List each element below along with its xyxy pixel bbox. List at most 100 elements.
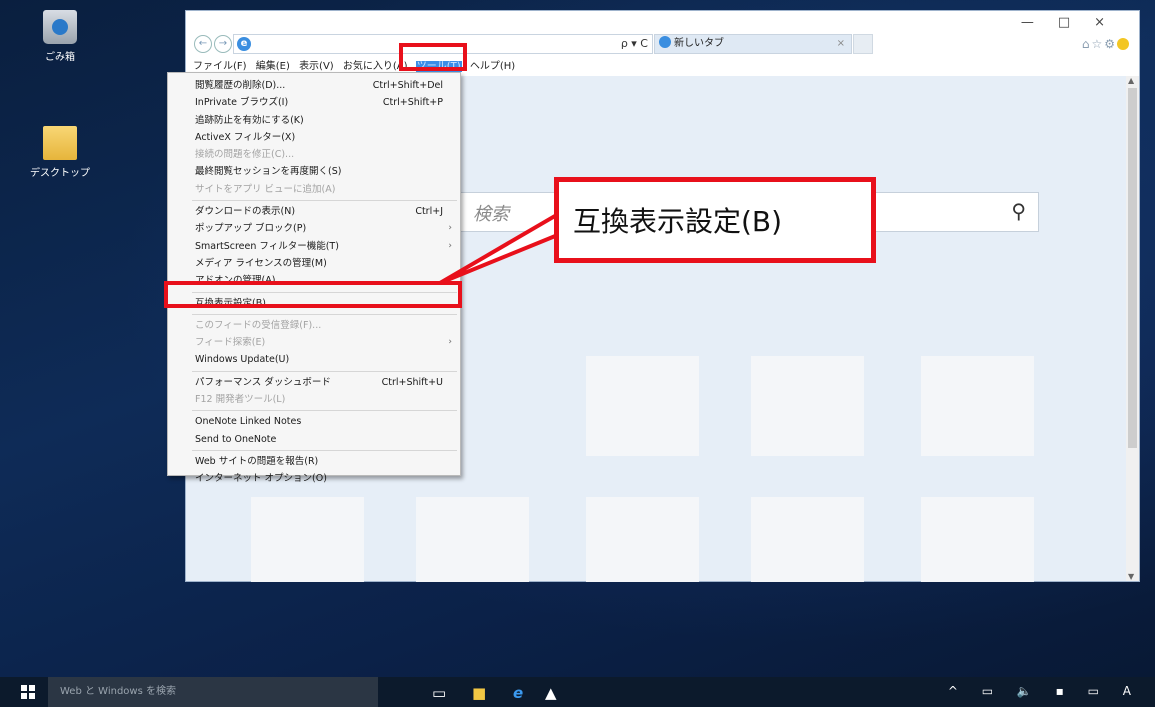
callout-box: 互換表示設定(B) (554, 177, 876, 263)
tools-menu-item: 接続の問題を修正(C)... (168, 146, 460, 163)
folder-icon (43, 126, 77, 160)
tools-menu-item[interactable]: メディア ライセンスの管理(M) (168, 255, 460, 272)
tools-menu-item: フィード探索(E) › (168, 334, 460, 351)
system-tray[interactable]: ^ ▭ 🔈 ▪ ▭ A (948, 684, 1141, 698)
taskbar: Web と Windows を検索 ▭ ■ e ▲ ^ ▭ 🔈 ▪ ▭ A (0, 677, 1155, 707)
tab-close-icon[interactable]: × (837, 35, 845, 53)
task-view-icon[interactable]: ▭ (432, 684, 446, 702)
menu-item-label: ダウンロードの表示(N) (195, 206, 296, 218)
taskbar-search[interactable]: Web と Windows を検索 (48, 677, 378, 707)
menu-separator (192, 370, 457, 372)
menu-file[interactable]: ファイル(F) (192, 61, 248, 72)
menu-item-label: インターネット オプション(O) (195, 473, 327, 485)
menu-help[interactable]: ヘルプ(H) (469, 61, 516, 72)
menu-item-label: Send to OneNote (195, 433, 277, 445)
scroll-down-icon[interactable]: ▼ (1128, 572, 1134, 581)
scroll-up-icon[interactable]: ▲ (1128, 76, 1134, 85)
desktop-icon-desktop-folder[interactable]: デスクトップ (25, 126, 95, 179)
compat-view-highlight (164, 281, 462, 308)
tools-menu-item: F12 開発者ツール(L) (168, 391, 460, 408)
site-tile[interactable] (251, 497, 364, 582)
menu-item-label: Windows Update(U) (195, 354, 290, 366)
menu-separator (192, 410, 457, 412)
site-tile[interactable] (921, 356, 1034, 456)
tab-new[interactable]: 新しいタブ × (654, 34, 852, 54)
tools-menu-item[interactable]: ActiveX フィルター(X) (168, 129, 460, 146)
tab-title: 新しいタブ (674, 38, 724, 49)
tools-menu-item[interactable]: 最終閲覧セッションを再度開く(S) (168, 163, 460, 180)
back-button[interactable]: ← (194, 35, 212, 53)
menu-item-label: このフィードの受信登録(F)... (195, 319, 322, 331)
submenu-arrow-icon: › (448, 337, 452, 348)
site-tile[interactable] (416, 497, 529, 582)
start-icon[interactable] (21, 685, 35, 699)
tools-menu-item[interactable]: Windows Update(U) (168, 351, 460, 368)
menu-item-label: SmartScreen フィルター機能(T) (195, 240, 339, 252)
menu-item-label: 閲覧履歴の削除(D)... (195, 80, 286, 91)
menu-item-label: パフォーマンス ダッシュボード (195, 376, 331, 388)
home-star-gear-icons[interactable]: ⌂☆⚙ (1082, 37, 1117, 51)
tools-menu-item[interactable]: 閲覧履歴の削除(D)... Ctrl+Shift+Del (168, 77, 460, 94)
desktop-icon-label: デスクトップ (30, 168, 90, 179)
search-placeholder: 検索 (473, 204, 509, 225)
tools-menu-item[interactable]: SmartScreen フィルター機能(T) › (168, 238, 460, 255)
window-controls[interactable]: —□× (1021, 15, 1129, 30)
feedback-smiley-icon[interactable] (1117, 38, 1129, 50)
tools-dropdown-menu: 閲覧履歴の削除(D)... Ctrl+Shift+Del InPrivate ブラウ… (167, 72, 461, 484)
menu-item-label: 最終閲覧セッションを再度開く(S) (195, 166, 342, 178)
tools-menu-item[interactable]: インターネット オプション(O) (168, 470, 460, 487)
menu-separator (192, 313, 457, 315)
tools-menu-item: このフィードの受信登録(F)... (168, 317, 460, 334)
new-tab-button[interactable] (853, 34, 873, 54)
site-tile[interactable] (751, 497, 864, 582)
menu-item-shortcut: Ctrl+J (415, 206, 443, 218)
site-tile[interactable] (586, 356, 699, 456)
submenu-arrow-icon: › (448, 240, 452, 251)
menu-item-shortcut: Ctrl+Shift+Del (372, 80, 443, 91)
tools-menu-item[interactable]: Send to OneNote (168, 431, 460, 448)
menu-item-label: F12 開発者ツール(L) (195, 394, 286, 406)
site-tile[interactable] (751, 356, 864, 456)
menu-item-label: InPrivate ブラウズ(I) (195, 97, 289, 109)
menu-view[interactable]: 表示(V) (298, 61, 335, 72)
menu-item-label: Web サイトの問題を報告(R) (195, 455, 319, 467)
toolbar-icons[interactable]: ⌂☆⚙ (1082, 37, 1129, 51)
menu-item-label: メディア ライセンスの管理(M) (195, 257, 327, 269)
photos-icon[interactable]: ▲ (545, 684, 557, 702)
ie-tab-icon (659, 36, 671, 48)
menu-separator (192, 449, 457, 451)
menu-item-label: 追跡防止を有効にする(K) (195, 114, 304, 126)
forward-button[interactable]: → (214, 35, 232, 53)
menu-item-shortcut: Ctrl+Shift+P (382, 97, 443, 109)
tools-menu-item: サイトをアプリ ビューに追加(A) (168, 181, 460, 198)
menu-edit[interactable]: 編集(E) (255, 61, 291, 72)
tools-menu-item[interactable]: 追跡防止を有効にする(K) (168, 112, 460, 129)
tools-menu-item[interactable]: Web サイトの問題を報告(R) (168, 453, 460, 470)
site-tile[interactable] (586, 497, 699, 582)
ie-page-icon: e (237, 37, 251, 51)
menu-item-label: ActiveX フィルター(X) (195, 131, 296, 143)
desktop-icon-recycle-bin[interactable]: ごみ箱 (25, 10, 95, 63)
menu-item-label: 接続の問題を修正(C)... (195, 149, 295, 161)
menu-item-shortcut: Ctrl+Shift+U (381, 376, 443, 388)
browser-title-bar: ← → e ρ ▾ C 新しいタブ × —□× ⌂☆⚙ (186, 11, 1139, 58)
scrollbar[interactable]: ▲ ▼ (1126, 76, 1139, 581)
address-tools[interactable]: ρ ▾ C (621, 37, 648, 50)
desktop-icon-label: ごみ箱 (45, 52, 75, 63)
search-icon[interactable]: ⚲ (1011, 199, 1026, 223)
callout-text: 互換表示設定(B) (573, 205, 783, 238)
menu-item-label: OneNote Linked Notes (195, 416, 302, 428)
menu-separator (192, 200, 457, 202)
tools-menu-item[interactable]: OneNote Linked Notes (168, 413, 460, 430)
tools-menu-item[interactable]: ダウンロードの表示(N) Ctrl+J (168, 203, 460, 220)
site-tile[interactable] (921, 497, 1034, 582)
tools-menu-item[interactable]: パフォーマンス ダッシュボード Ctrl+Shift+U (168, 374, 460, 391)
tools-menu-item[interactable]: InPrivate ブラウズ(I) Ctrl+Shift+P (168, 94, 460, 111)
tools-menu-item[interactable]: ポップアップ ブロック(P) › (168, 220, 460, 237)
tools-menu-highlight (399, 43, 467, 71)
submenu-arrow-icon: › (448, 223, 452, 234)
scrollbar-thumb[interactable] (1128, 88, 1137, 448)
menu-item-label: ポップアップ ブロック(P) (195, 223, 307, 235)
internet-explorer-icon[interactable]: e (513, 684, 523, 702)
file-explorer-icon[interactable]: ■ (472, 684, 486, 702)
